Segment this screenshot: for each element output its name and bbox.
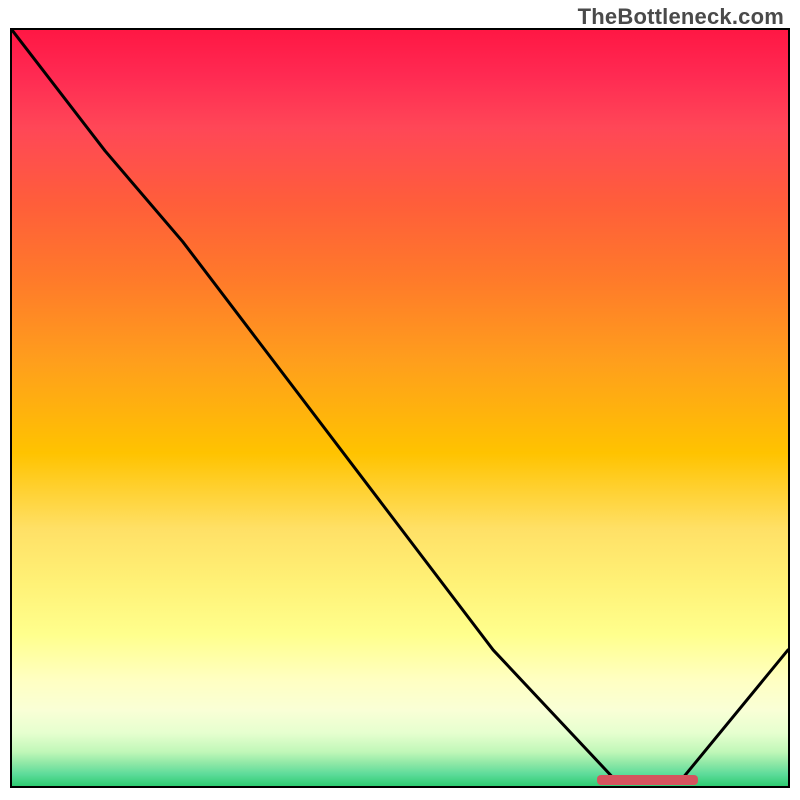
plot-area [10,28,790,788]
bottleneck-curve [12,30,788,786]
chart-container: TheBottleneck.com [0,0,800,800]
watermark-text: TheBottleneck.com [578,4,784,30]
optimal-range-marker [597,775,698,785]
